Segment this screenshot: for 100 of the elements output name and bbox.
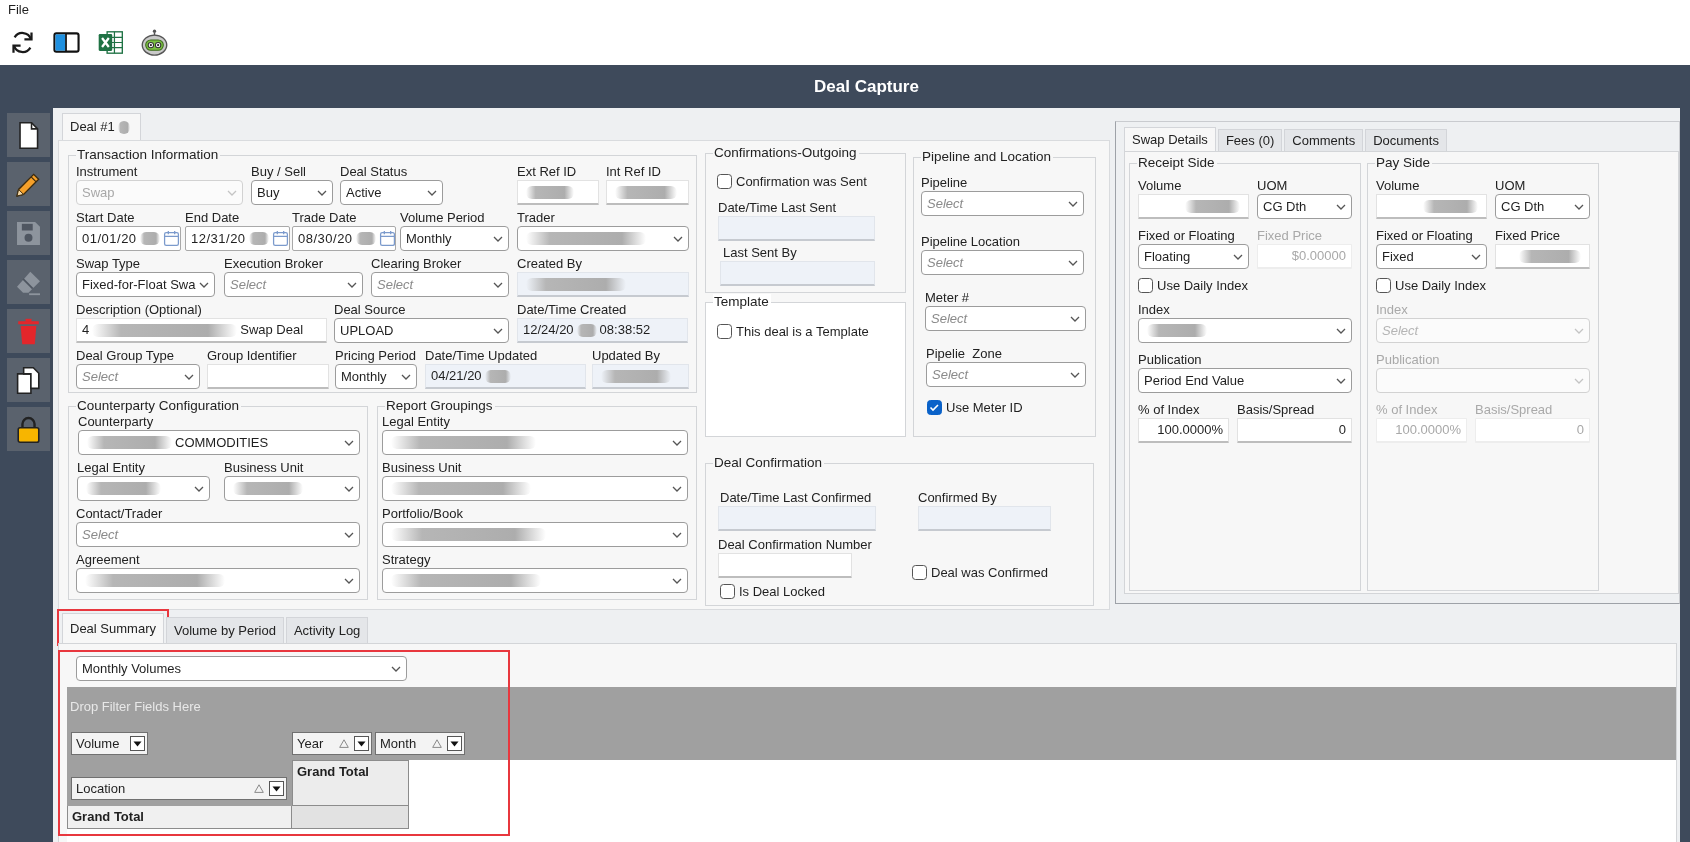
field-label: Index bbox=[1138, 301, 1170, 318]
text-field[interactable] bbox=[1495, 244, 1590, 269]
copy-icon bbox=[14, 365, 43, 395]
field-label: Created By bbox=[517, 255, 583, 272]
dropdown[interactable]: Monthly Volumes bbox=[76, 656, 407, 681]
field-label: Pipelie Zone bbox=[926, 345, 1002, 362]
field-label: Group Identifier bbox=[207, 347, 297, 364]
text-field[interactable]: 4 Swap Deal bbox=[76, 318, 327, 343]
dropdown[interactable]: Period End Value bbox=[1138, 368, 1352, 393]
field-label: End Date bbox=[185, 209, 240, 226]
field-label: Publication bbox=[1138, 351, 1202, 368]
dropdown[interactable]: Floating bbox=[1138, 244, 1249, 269]
tab[interactable]: Fees (0) bbox=[1217, 129, 1283, 151]
refresh-icon[interactable] bbox=[9, 29, 36, 56]
calendar-icon[interactable] bbox=[378, 230, 395, 247]
tab[interactable]: Volume by Period bbox=[165, 617, 284, 643]
window-title: Deal Capture bbox=[814, 76, 919, 97]
field-label: Basis/Spread bbox=[1237, 401, 1315, 418]
split-view-icon[interactable] bbox=[53, 29, 80, 56]
calendar-icon[interactable] bbox=[162, 230, 180, 247]
field-label: Instrument bbox=[76, 163, 138, 180]
field-label: Fixed Price bbox=[1257, 227, 1323, 244]
text-field[interactable] bbox=[207, 364, 329, 389]
sort-arrow-icon[interactable] bbox=[254, 784, 264, 793]
dropdown[interactable]: Fixed bbox=[1376, 244, 1487, 269]
checkbox[interactable] bbox=[1138, 278, 1153, 293]
spreadsheet-icon[interactable] bbox=[97, 29, 124, 56]
text-field[interactable]: 100.0000% bbox=[1138, 418, 1229, 443]
field-label: Date/Time Updated bbox=[425, 347, 538, 364]
group-title: Receipt Side bbox=[1137, 155, 1217, 171]
field-label: Execution Broker bbox=[224, 255, 323, 272]
tab[interactable]: Comments bbox=[1284, 129, 1364, 151]
dropdown[interactable]: Active bbox=[340, 180, 443, 205]
dropdown[interactable]: Select bbox=[224, 272, 363, 297]
read-only-field: 12/24/20 08:38:52 bbox=[517, 318, 688, 343]
dropdown[interactable]: Select bbox=[926, 362, 1086, 387]
dropdown[interactable]: CG Dth bbox=[1495, 194, 1590, 219]
checkbox[interactable] bbox=[1376, 278, 1391, 293]
sort-arrow-icon[interactable] bbox=[432, 739, 442, 748]
dropdown[interactable]: Buy bbox=[251, 180, 333, 205]
text-field[interactable] bbox=[517, 180, 599, 205]
text-field[interactable] bbox=[718, 553, 852, 578]
field-label: Agreement bbox=[76, 551, 140, 568]
checkbox[interactable] bbox=[927, 400, 942, 415]
field-label: Pricing Period bbox=[335, 347, 416, 364]
field-button[interactable]: Month bbox=[375, 732, 465, 755]
text-field[interactable] bbox=[1138, 194, 1249, 219]
checkbox[interactable] bbox=[912, 565, 927, 580]
text-field[interactable]: 0 bbox=[1237, 418, 1352, 443]
tab[interactable]: Deal Summary bbox=[62, 613, 164, 643]
sidebar-button[interactable] bbox=[7, 113, 50, 157]
tab[interactable]: Swap Details bbox=[1124, 127, 1216, 151]
checkbox-label: Use Daily Index bbox=[1395, 278, 1487, 293]
dropdown[interactable]: Select bbox=[371, 272, 509, 297]
sort-arrow-icon[interactable] bbox=[339, 739, 349, 748]
field-label: Index bbox=[1376, 301, 1408, 318]
tab[interactable]: Documents bbox=[1365, 129, 1447, 151]
checkbox-label: Use Daily Index bbox=[1157, 278, 1249, 293]
dropdown[interactable]: Fixed-for-Float Swa bbox=[76, 272, 215, 297]
field-label: Counterparty bbox=[78, 413, 154, 430]
date-field[interactable]: 12/31/20 bbox=[185, 226, 290, 251]
dropdown[interactable]: Monthly bbox=[400, 226, 509, 251]
robot-icon[interactable] bbox=[141, 29, 168, 56]
date-field[interactable]: 01/01/20 bbox=[76, 226, 181, 251]
field-label: Deal Confirmation Number bbox=[718, 536, 872, 553]
field-label: Volume Period bbox=[400, 209, 485, 226]
checkbox[interactable] bbox=[720, 584, 735, 599]
group-title: Template bbox=[713, 294, 771, 310]
date-field[interactable]: 08/30/20 bbox=[292, 226, 396, 251]
field-label: Contact/Trader bbox=[76, 505, 163, 522]
sidebar-button[interactable] bbox=[7, 358, 50, 402]
field-label: Fixed or Floating bbox=[1138, 227, 1235, 244]
menu-item[interactable]: File bbox=[8, 2, 29, 18]
tab[interactable]: Deal #1 bbox=[62, 113, 141, 140]
dropdown[interactable]: COMMODITIES bbox=[78, 430, 360, 455]
sidebar-button[interactable] bbox=[7, 407, 50, 451]
text-field[interactable] bbox=[1376, 194, 1487, 219]
dropdown[interactable]: Select bbox=[921, 191, 1084, 216]
field-label: Pipeline bbox=[921, 174, 968, 191]
group-title: Pipeline and Location bbox=[921, 149, 1054, 165]
dropdown[interactable]: Select bbox=[76, 364, 200, 389]
field-label: Description (Optional) bbox=[76, 301, 202, 318]
dropdown[interactable]: Select bbox=[921, 250, 1084, 275]
dropdown[interactable]: UPLOAD bbox=[334, 318, 509, 343]
field-button[interactable]: Location bbox=[71, 777, 287, 800]
dropdown[interactable]: Select bbox=[925, 306, 1086, 331]
calendar-icon[interactable] bbox=[271, 230, 289, 247]
dropdown[interactable]: Select bbox=[76, 522, 360, 547]
tab[interactable]: Activity Log bbox=[285, 617, 369, 643]
text-field[interactable] bbox=[606, 180, 689, 205]
field-label: % of Index bbox=[1376, 401, 1438, 418]
field-button[interactable]: Year bbox=[292, 732, 372, 755]
dropdown[interactable]: Monthly bbox=[335, 364, 417, 389]
lock-icon bbox=[14, 414, 43, 444]
checkbox[interactable] bbox=[717, 174, 732, 189]
dropdown[interactable]: CG Dth bbox=[1257, 194, 1352, 219]
field-button[interactable]: Volume bbox=[71, 732, 148, 755]
checkbox[interactable] bbox=[717, 324, 732, 339]
field-label: Legal Entity bbox=[382, 413, 450, 430]
checkbox-label: Use Meter ID bbox=[946, 400, 1023, 415]
